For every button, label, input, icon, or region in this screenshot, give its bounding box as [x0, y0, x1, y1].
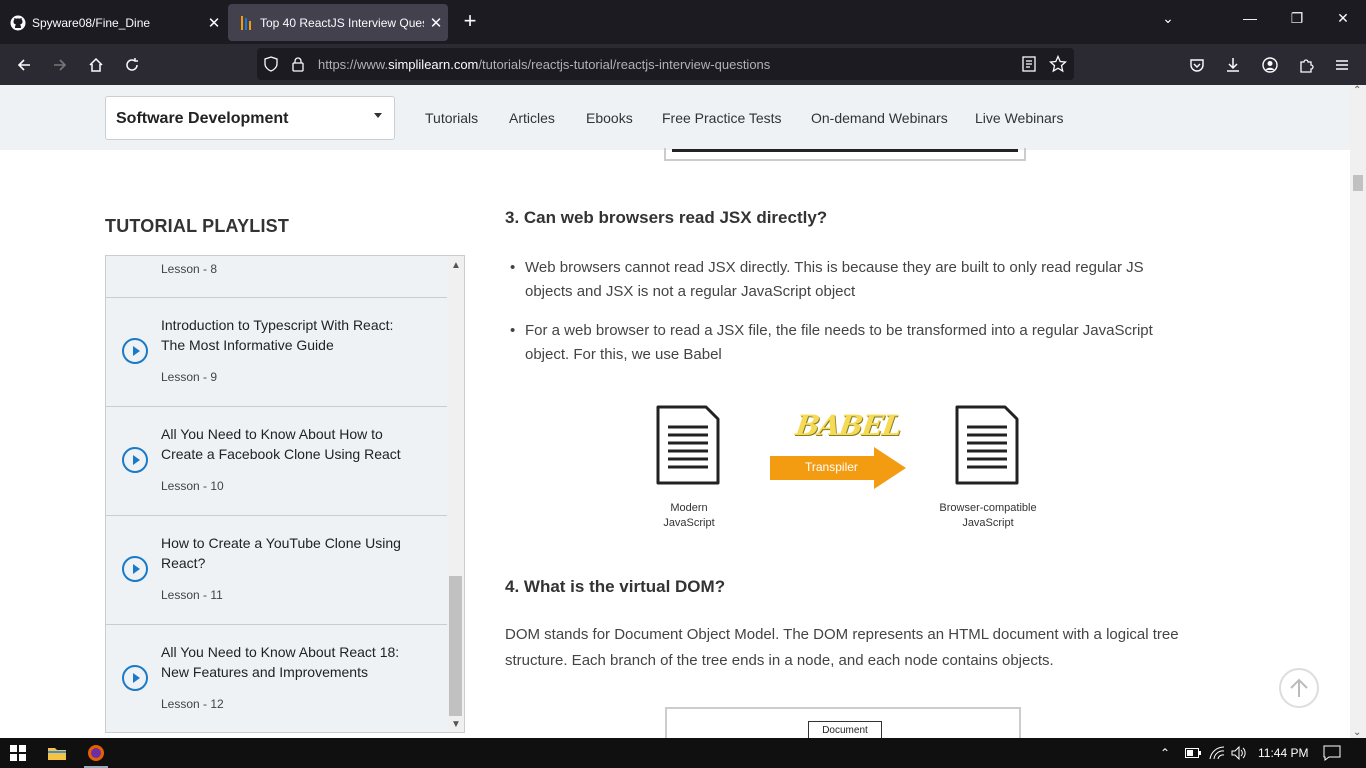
dom-document-node: Document	[808, 721, 882, 738]
playlist-scrollbar[interactable]: ▲ ▼	[447, 256, 464, 732]
document-icon	[955, 405, 1019, 485]
arrow-up-icon	[1290, 678, 1308, 697]
notifications-icon[interactable]	[1322, 743, 1342, 763]
babel-transpile-diagram: Modern JavaScript BABEL Transpiler Brows…	[650, 403, 1060, 529]
category-select-value: Software Development	[116, 110, 289, 127]
question-4-heading: 4. What is the virtual DOM?	[505, 577, 726, 596]
extensions-icon[interactable]	[1295, 54, 1317, 76]
lesson-number: Lesson - 12	[161, 697, 224, 711]
windows-taskbar: ⌃ 11:44 PM	[0, 738, 1366, 768]
question-3-bullets: Web browsers cannot read JSX directly. T…	[510, 256, 1190, 382]
previous-figure	[664, 148, 1026, 161]
playlist-item[interactable]: Introduction to Typescript With React: T…	[106, 298, 448, 407]
chevron-up-icon[interactable]: ⌃	[1160, 746, 1170, 760]
nav-link-ebooks[interactable]: Ebooks	[586, 110, 633, 126]
page-content: Software Development Tutorials Articles …	[0, 85, 1350, 738]
reader-view-icon[interactable]	[1022, 56, 1036, 77]
simplilearn-icon	[238, 15, 254, 31]
scroll-up-icon[interactable]: ⌃	[1353, 85, 1361, 96]
transpiler-label: Transpiler	[805, 460, 858, 474]
chevron-down-icon	[374, 113, 382, 118]
home-icon[interactable]	[85, 54, 107, 76]
playlist-scrollbar-thumb[interactable]	[449, 576, 462, 716]
firefox-taskbar-icon[interactable]	[84, 743, 108, 763]
url-text: https://www.simplilearn.com/tutorials/re…	[318, 57, 771, 72]
list-all-tabs-icon[interactable]: ⌄	[1156, 10, 1180, 27]
document-icon	[656, 405, 720, 485]
nav-link-articles[interactable]: Articles	[509, 110, 555, 126]
reload-icon[interactable]	[121, 54, 143, 76]
github-icon	[10, 15, 26, 31]
category-select[interactable]: Software Development	[105, 96, 395, 140]
nav-link-on-demand-webinars[interactable]: On-demand Webinars	[811, 110, 948, 126]
navigation-toolbar: https://www.simplilearn.com/tutorials/re…	[0, 44, 1366, 85]
category-nav: Software Development Tutorials Articles …	[0, 85, 1350, 150]
tab-simplilearn[interactable]: Top 40 ReactJS Interview Questi ✕	[228, 4, 448, 41]
playlist-item[interactable]: How to Create a YouTube Clone Using Reac…	[106, 516, 448, 625]
bullet-item: For a web browser to read a JSX file, th…	[510, 319, 1190, 367]
menu-icon[interactable]	[1331, 54, 1353, 76]
play-icon[interactable]	[122, 665, 148, 691]
play-icon[interactable]	[122, 447, 148, 473]
pocket-icon[interactable]	[1186, 54, 1208, 76]
play-icon[interactable]	[122, 556, 148, 582]
page-scrollbar-thumb[interactable]	[1353, 175, 1363, 191]
playlist-item[interactable]: All You Need to Know About How to Create…	[106, 407, 448, 516]
lesson-number: Lesson - 11	[161, 588, 223, 602]
tab-close-icon[interactable]: ✕	[202, 14, 226, 32]
playlist-item-title[interactable]: Introduction to Typescript With React: T…	[161, 315, 421, 355]
close-window-icon[interactable]: ✕	[1331, 10, 1355, 27]
playlist-item-title[interactable]: All You Need to Know About React 18: New…	[161, 642, 421, 682]
playlist-item[interactable]: All You Need to Know About React 18: New…	[106, 625, 448, 732]
play-icon[interactable]	[122, 338, 148, 364]
question-4-paragraph: DOM stands for Document Object Model. Th…	[505, 626, 1179, 669]
lock-icon[interactable]	[290, 56, 306, 77]
tab-close-icon[interactable]: ✕	[424, 14, 448, 32]
babel-logo: BABEL	[793, 409, 904, 442]
bookmark-star-icon[interactable]	[1048, 54, 1068, 78]
playlist-title: TUTORIAL PLAYLIST	[105, 216, 290, 236]
nav-link-live-webinars[interactable]: Live Webinars	[975, 110, 1063, 126]
lesson-number: Lesson - 9	[161, 370, 218, 384]
volume-icon[interactable]	[1229, 743, 1249, 763]
account-icon[interactable]	[1259, 54, 1281, 76]
scroll-to-top-button[interactable]	[1279, 668, 1319, 708]
dom-tree-figure: Document	[665, 707, 1021, 738]
file-explorer-icon[interactable]	[47, 743, 67, 763]
forward-icon[interactable]	[49, 54, 71, 76]
playlist-item[interactable]: Lesson - 8	[106, 256, 448, 298]
tutorial-playlist: Lesson - 8 Introduction to Typescript Wi…	[105, 255, 465, 733]
shield-icon[interactable]	[263, 56, 279, 77]
scroll-up-icon[interactable]: ▲	[451, 260, 461, 271]
downloads-icon[interactable]	[1222, 54, 1244, 76]
tab-github[interactable]: Spyware08/Fine_Dine ✕	[0, 4, 226, 41]
tab-title: Top 40 ReactJS Interview Questi	[260, 15, 424, 30]
lesson-number: Lesson - 10	[161, 479, 224, 493]
restore-icon[interactable]: ❐	[1285, 10, 1309, 27]
nav-link-free-practice-tests[interactable]: Free Practice Tests	[662, 110, 782, 126]
scroll-down-icon[interactable]: ▼	[451, 719, 461, 730]
wifi-icon[interactable]	[1207, 743, 1227, 763]
bullet-item: Web browsers cannot read JSX directly. T…	[510, 256, 1190, 304]
new-tab-icon[interactable]: +	[458, 10, 482, 34]
windows-start-icon[interactable]	[8, 743, 28, 763]
tab-title: Spyware08/Fine_Dine	[32, 15, 151, 30]
taskbar-clock[interactable]: 11:44 PM	[1258, 746, 1308, 760]
tab-strip: Spyware08/Fine_Dine ✕ Top 40 ReactJS Int…	[0, 0, 1366, 44]
scroll-down-icon[interactable]: ⌄	[1353, 727, 1361, 738]
back-icon[interactable]	[13, 54, 35, 76]
lesson-number: Lesson - 8	[161, 262, 218, 276]
diagram-left-label: Modern JavaScript	[663, 502, 715, 529]
playlist-item-title[interactable]: All You Need to Know About How to Create…	[161, 424, 421, 464]
minimize-icon[interactable]: —	[1238, 10, 1262, 26]
diagram-right-label: Browser-compatible JavaScript	[939, 502, 1037, 529]
playlist-item-title[interactable]: How to Create a YouTube Clone Using Reac…	[161, 533, 421, 573]
question-3-heading: 3. Can web browsers read JSX directly?	[505, 208, 828, 227]
page-scrollbar[interactable]: ⌃ ⌄	[1350, 85, 1366, 738]
battery-icon[interactable]	[1183, 743, 1203, 763]
url-bar[interactable]: https://www.simplilearn.com/tutorials/re…	[257, 48, 1074, 80]
nav-link-tutorials[interactable]: Tutorials	[425, 110, 478, 126]
